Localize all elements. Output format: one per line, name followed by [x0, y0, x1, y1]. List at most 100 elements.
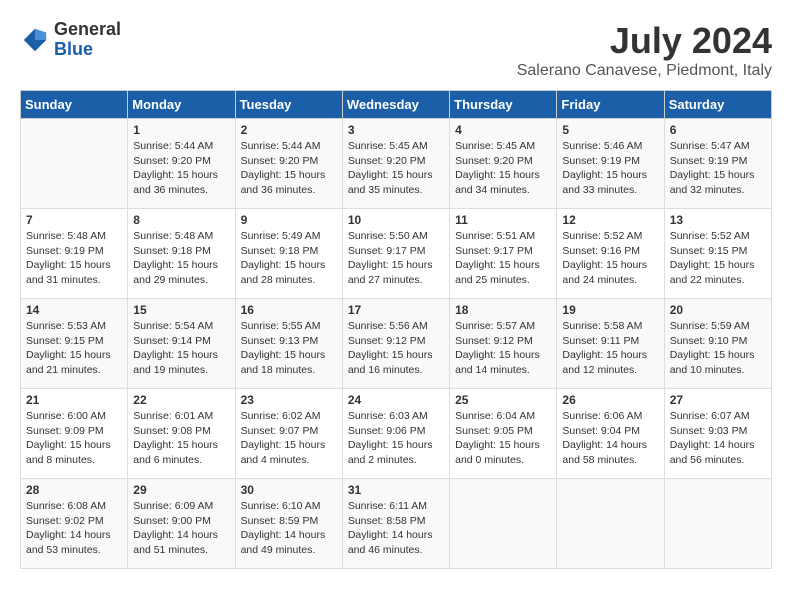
logo: General Blue [20, 20, 121, 60]
cell-content: Sunrise: 5:44 AM Sunset: 9:20 PM Dayligh… [241, 139, 337, 198]
month-title: July 2024 [517, 20, 772, 62]
calendar-table: SundayMondayTuesdayWednesdayThursdayFrid… [20, 90, 772, 569]
calendar-header-saturday: Saturday [664, 91, 771, 119]
calendar-cell: 17 Sunrise: 5:56 AM Sunset: 9:12 PM Dayli… [342, 299, 449, 389]
cell-content: Sunrise: 5:56 AM Sunset: 9:12 PM Dayligh… [348, 319, 444, 378]
calendar-cell: 10 Sunrise: 5:50 AM Sunset: 9:17 PM Dayli… [342, 209, 449, 299]
logo-general: General [54, 20, 121, 40]
calendar-cell [450, 479, 557, 569]
title-area: July 2024 Salerano Canavese, Piedmont, I… [517, 20, 772, 80]
calendar-cell: 29 Sunrise: 6:09 AM Sunset: 9:00 PM Dayli… [128, 479, 235, 569]
day-number: 13 [670, 213, 766, 227]
calendar-cell [557, 479, 664, 569]
day-number: 14 [26, 303, 122, 317]
calendar-header-tuesday: Tuesday [235, 91, 342, 119]
day-number: 8 [133, 213, 229, 227]
cell-content: Sunrise: 5:52 AM Sunset: 9:16 PM Dayligh… [562, 229, 658, 288]
day-number: 20 [670, 303, 766, 317]
day-number: 27 [670, 393, 766, 407]
calendar-cell: 27 Sunrise: 6:07 AM Sunset: 9:03 PM Dayli… [664, 389, 771, 479]
day-number: 4 [455, 123, 551, 137]
day-number: 17 [348, 303, 444, 317]
cell-content: Sunrise: 5:54 AM Sunset: 9:14 PM Dayligh… [133, 319, 229, 378]
day-number: 18 [455, 303, 551, 317]
calendar-week-row: 7 Sunrise: 5:48 AM Sunset: 9:19 PM Daylig… [21, 209, 772, 299]
calendar-cell: 11 Sunrise: 5:51 AM Sunset: 9:17 PM Dayli… [450, 209, 557, 299]
day-number: 31 [348, 483, 444, 497]
calendar-cell: 28 Sunrise: 6:08 AM Sunset: 9:02 PM Dayli… [21, 479, 128, 569]
day-number: 19 [562, 303, 658, 317]
cell-content: Sunrise: 6:08 AM Sunset: 9:02 PM Dayligh… [26, 499, 122, 558]
day-number: 24 [348, 393, 444, 407]
day-number: 30 [241, 483, 337, 497]
cell-content: Sunrise: 5:48 AM Sunset: 9:18 PM Dayligh… [133, 229, 229, 288]
day-number: 22 [133, 393, 229, 407]
day-number: 23 [241, 393, 337, 407]
calendar-week-row: 21 Sunrise: 6:00 AM Sunset: 9:09 PM Dayli… [21, 389, 772, 479]
day-number: 5 [562, 123, 658, 137]
day-number: 15 [133, 303, 229, 317]
calendar-cell: 13 Sunrise: 5:52 AM Sunset: 9:15 PM Dayli… [664, 209, 771, 299]
calendar-cell: 12 Sunrise: 5:52 AM Sunset: 9:16 PM Dayli… [557, 209, 664, 299]
day-number: 28 [26, 483, 122, 497]
logo-icon [20, 25, 50, 55]
cell-content: Sunrise: 6:11 AM Sunset: 8:58 PM Dayligh… [348, 499, 444, 558]
day-number: 16 [241, 303, 337, 317]
cell-content: Sunrise: 6:03 AM Sunset: 9:06 PM Dayligh… [348, 409, 444, 468]
calendar-header-thursday: Thursday [450, 91, 557, 119]
cell-content: Sunrise: 5:46 AM Sunset: 9:19 PM Dayligh… [562, 139, 658, 198]
day-number: 2 [241, 123, 337, 137]
day-number: 11 [455, 213, 551, 227]
calendar-cell: 24 Sunrise: 6:03 AM Sunset: 9:06 PM Dayli… [342, 389, 449, 479]
day-number: 29 [133, 483, 229, 497]
day-number: 25 [455, 393, 551, 407]
cell-content: Sunrise: 6:02 AM Sunset: 9:07 PM Dayligh… [241, 409, 337, 468]
cell-content: Sunrise: 5:48 AM Sunset: 9:19 PM Dayligh… [26, 229, 122, 288]
cell-content: Sunrise: 6:10 AM Sunset: 8:59 PM Dayligh… [241, 499, 337, 558]
day-number: 3 [348, 123, 444, 137]
cell-content: Sunrise: 6:01 AM Sunset: 9:08 PM Dayligh… [133, 409, 229, 468]
calendar-cell: 2 Sunrise: 5:44 AM Sunset: 9:20 PM Daylig… [235, 119, 342, 209]
day-number: 12 [562, 213, 658, 227]
calendar-cell: 20 Sunrise: 5:59 AM Sunset: 9:10 PM Dayli… [664, 299, 771, 389]
calendar-week-row: 1Sunrise: 5:44 AM Sunset: 9:20 PM Daylig… [21, 119, 772, 209]
cell-content: Sunrise: 6:06 AM Sunset: 9:04 PM Dayligh… [562, 409, 658, 468]
calendar-cell [664, 479, 771, 569]
calendar-cell: 19Sunrise: 5:58 AM Sunset: 9:11 PM Dayli… [557, 299, 664, 389]
location: Salerano Canavese, Piedmont, Italy [517, 62, 772, 80]
calendar-cell: 1Sunrise: 5:44 AM Sunset: 9:20 PM Daylig… [128, 119, 235, 209]
cell-content: Sunrise: 5:47 AM Sunset: 9:19 PM Dayligh… [670, 139, 766, 198]
calendar-week-row: 14 Sunrise: 5:53 AM Sunset: 9:15 PM Dayli… [21, 299, 772, 389]
day-number: 10 [348, 213, 444, 227]
day-number: 7 [26, 213, 122, 227]
cell-content: Sunrise: 5:53 AM Sunset: 9:15 PM Dayligh… [26, 319, 122, 378]
cell-content: Sunrise: 6:09 AM Sunset: 9:00 PM Dayligh… [133, 499, 229, 558]
cell-content: Sunrise: 5:55 AM Sunset: 9:13 PM Dayligh… [241, 319, 337, 378]
calendar-week-row: 28 Sunrise: 6:08 AM Sunset: 9:02 PM Dayli… [21, 479, 772, 569]
cell-content: Sunrise: 6:00 AM Sunset: 9:09 PM Dayligh… [26, 409, 122, 468]
calendar-cell: 16 Sunrise: 5:55 AM Sunset: 9:13 PM Dayli… [235, 299, 342, 389]
cell-content: Sunrise: 5:49 AM Sunset: 9:18 PM Dayligh… [241, 229, 337, 288]
cell-content: Sunrise: 6:07 AM Sunset: 9:03 PM Dayligh… [670, 409, 766, 468]
calendar-header-monday: Monday [128, 91, 235, 119]
calendar-cell: 9 Sunrise: 5:49 AM Sunset: 9:18 PM Daylig… [235, 209, 342, 299]
day-number: 21 [26, 393, 122, 407]
calendar-cell: 30 Sunrise: 6:10 AM Sunset: 8:59 PM Dayli… [235, 479, 342, 569]
calendar-cell: 22 Sunrise: 6:01 AM Sunset: 9:08 PM Dayli… [128, 389, 235, 479]
logo-blue: Blue [54, 40, 121, 60]
calendar-cell [21, 119, 128, 209]
calendar-header-wednesday: Wednesday [342, 91, 449, 119]
cell-content: Sunrise: 6:04 AM Sunset: 9:05 PM Dayligh… [455, 409, 551, 468]
calendar-header-friday: Friday [557, 91, 664, 119]
calendar-cell: 3Sunrise: 5:45 AM Sunset: 9:20 PM Daylig… [342, 119, 449, 209]
day-number: 9 [241, 213, 337, 227]
calendar-cell: 25 Sunrise: 6:04 AM Sunset: 9:05 PM Dayli… [450, 389, 557, 479]
cell-content: Sunrise: 5:57 AM Sunset: 9:12 PM Dayligh… [455, 319, 551, 378]
calendar-cell: 18 Sunrise: 5:57 AM Sunset: 9:12 PM Dayli… [450, 299, 557, 389]
cell-content: Sunrise: 5:50 AM Sunset: 9:17 PM Dayligh… [348, 229, 444, 288]
cell-content: Sunrise: 5:52 AM Sunset: 9:15 PM Dayligh… [670, 229, 766, 288]
calendar-cell: 21 Sunrise: 6:00 AM Sunset: 9:09 PM Dayli… [21, 389, 128, 479]
cell-content: Sunrise: 5:59 AM Sunset: 9:10 PM Dayligh… [670, 319, 766, 378]
cell-content: Sunrise: 5:44 AM Sunset: 9:20 PM Dayligh… [133, 139, 229, 198]
cell-content: Sunrise: 5:51 AM Sunset: 9:17 PM Dayligh… [455, 229, 551, 288]
